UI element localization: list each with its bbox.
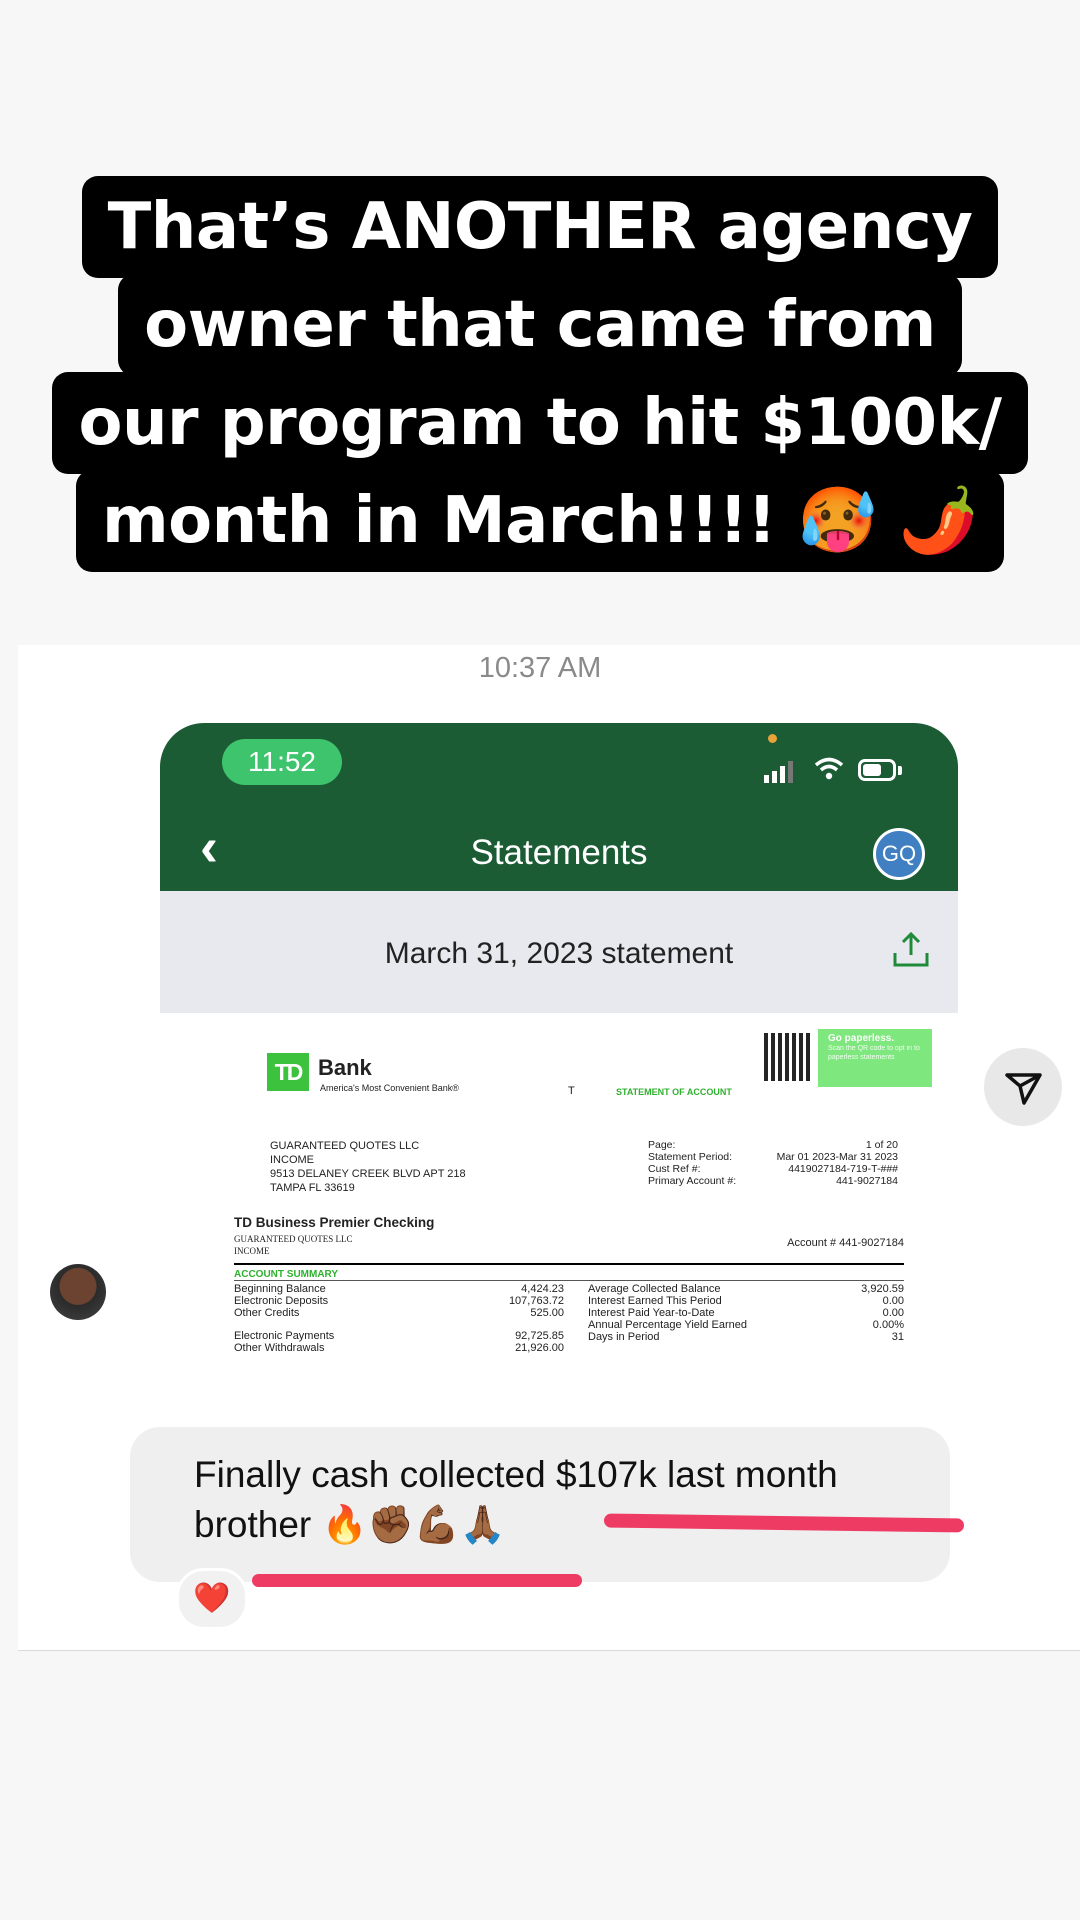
product-sub: GUARANTEED QUOTES LLC INCOME <box>234 1233 353 1257</box>
divider <box>234 1280 904 1281</box>
statement-title: March 31, 2023 statement <box>384 937 734 970</box>
summary-label: Annual Percentage Yield Earned <box>588 1319 748 1331</box>
battery-tip <box>898 766 902 775</box>
highlight-underline <box>252 1574 582 1587</box>
statement-document: TD Bank America's Most Convenient Bank® … <box>160 1013 958 1423</box>
product-sub-line: GUARANTEED QUOTES LLC <box>234 1234 353 1244</box>
message-emojis: 🔥✊🏾💪🏾🙏🏾 <box>321 1503 506 1546</box>
address-block: GUARANTEED QUOTES LLC INCOME 9513 DELANE… <box>270 1139 466 1195</box>
qr-code-icon <box>764 1033 812 1081</box>
status-time: 11:52 <box>222 739 342 785</box>
caption-line-3: our program to hit $100k/ <box>52 372 1028 474</box>
privacy-indicator-icon <box>768 734 777 743</box>
battery-icon <box>858 759 896 781</box>
summary-value: 525.00 <box>530 1307 564 1319</box>
story-caption: That’s ANOTHER agency owner that came fr… <box>0 176 1080 572</box>
statement-meta: Page: 1 of 20 Statement Period: Mar 01 202… <box>648 1139 898 1187</box>
meta-value: Mar 01 2023-Mar 31 2023 <box>776 1151 898 1163</box>
paperless-title: Go paperless. <box>828 1033 895 1044</box>
summary-value: 0.00% <box>872 1319 904 1331</box>
caption-line-4: month in March!!!! 🥵 🌶️ <box>75 470 1005 572</box>
summary-label: Electronic Deposits <box>234 1295 329 1307</box>
bank-tagline: America's Most Convenient Bank® <box>320 1083 459 1093</box>
paper-plane-glyph <box>1005 1073 1042 1105</box>
signal-icon <box>764 761 793 783</box>
account-summary-label: ACCOUNT SUMMARY <box>234 1269 339 1280</box>
td-logo: TD <box>267 1053 309 1091</box>
summary-label: Interest Earned This Period <box>588 1295 722 1307</box>
summary-label: Days in Period <box>588 1331 660 1343</box>
meta-label: Primary Account #: <box>648 1175 737 1187</box>
summary-left: Beginning Balance 4,424.23 Electronic Dep… <box>234 1283 564 1354</box>
product-sub-line: INCOME <box>234 1246 270 1256</box>
meta-value: 1 of 20 <box>865 1139 898 1151</box>
statement-of-account-label: STATEMENT OF ACCOUNT <box>616 1087 732 1097</box>
paperless-box: Go paperless. Scan the QR code to opt in… <box>818 1029 932 1087</box>
message-text-part2: brother <box>194 1504 322 1545</box>
summary-label: Average Collected Balance <box>588 1283 721 1295</box>
summary-value: 4,424.23 <box>521 1283 564 1295</box>
summary-value: 107,763.72 <box>508 1295 564 1307</box>
summary-value: 3,920.59 <box>861 1283 904 1295</box>
divider <box>18 1650 1080 1651</box>
profile-avatar[interactable]: GQ <box>873 828 925 880</box>
bank-name: Bank <box>318 1055 372 1080</box>
summary-label: Interest Paid Year-to-Date <box>588 1307 715 1319</box>
message-text: Finally cash collected $107k last month … <box>194 1450 934 1550</box>
summary-value: 0.00 <box>882 1295 904 1307</box>
send-paper-plane-icon[interactable] <box>984 1048 1062 1126</box>
summary-value: 0.00 <box>882 1307 904 1319</box>
address-line: INCOME <box>270 1154 314 1166</box>
share-upload-icon[interactable] <box>890 931 932 971</box>
meta-label: Statement Period: <box>648 1151 733 1163</box>
meta-value: 4419027184-719-T-### <box>788 1163 898 1175</box>
address-line: TAMPA FL 33619 <box>270 1182 355 1194</box>
summary-label: Other Credits <box>234 1307 300 1319</box>
statement-bar: March 31, 2023 statement <box>160 891 958 1013</box>
heart-reaction-icon[interactable]: ❤️ <box>176 1568 248 1630</box>
summary-label: Beginning Balance <box>234 1283 326 1295</box>
summary-value: 21,926.00 <box>515 1342 564 1354</box>
summary-value: 31 <box>891 1331 904 1343</box>
meta-label: Cust Ref #: <box>648 1163 701 1175</box>
shared-image-bank-app[interactable]: 11:52 ‹ Statements GQ March 31, 2023 sta… <box>160 723 958 1423</box>
summary-label: Electronic Payments <box>234 1330 335 1342</box>
meta-label: Page: <box>648 1139 676 1151</box>
paperless-text: Scan the QR code to opt in to paperless … <box>828 1045 920 1061</box>
summary-value: 92,725.85 <box>515 1330 564 1342</box>
summary-right: Average Collected Balance 3,920.59 Intere… <box>560 1283 904 1343</box>
header-title: Statements <box>470 833 648 872</box>
sender-avatar[interactable] <box>50 1264 106 1320</box>
meta-value: 441-9027184 <box>836 1175 898 1187</box>
caption-line-2: owner that came from <box>118 274 962 376</box>
divider <box>234 1263 904 1265</box>
summary-label: Other Withdrawals <box>234 1342 325 1354</box>
message-timestamp: 10:37 AM <box>478 652 602 684</box>
wifi-icon <box>814 757 844 780</box>
product-name: TD Business Premier Checking <box>234 1215 435 1230</box>
address-line: 9513 DELANEY CREEK BLVD APT 218 <box>270 1168 466 1180</box>
t-mark: T <box>568 1085 575 1097</box>
app-header: 11:52 ‹ Statements GQ <box>160 723 958 891</box>
message-text-part1: Finally cash collected $107k last month <box>194 1454 838 1495</box>
address-line: GUARANTEED QUOTES LLC <box>270 1140 420 1152</box>
account-number: Account # 441-9027184 <box>787 1237 904 1249</box>
caption-line-1: That’s ANOTHER agency <box>81 176 999 278</box>
